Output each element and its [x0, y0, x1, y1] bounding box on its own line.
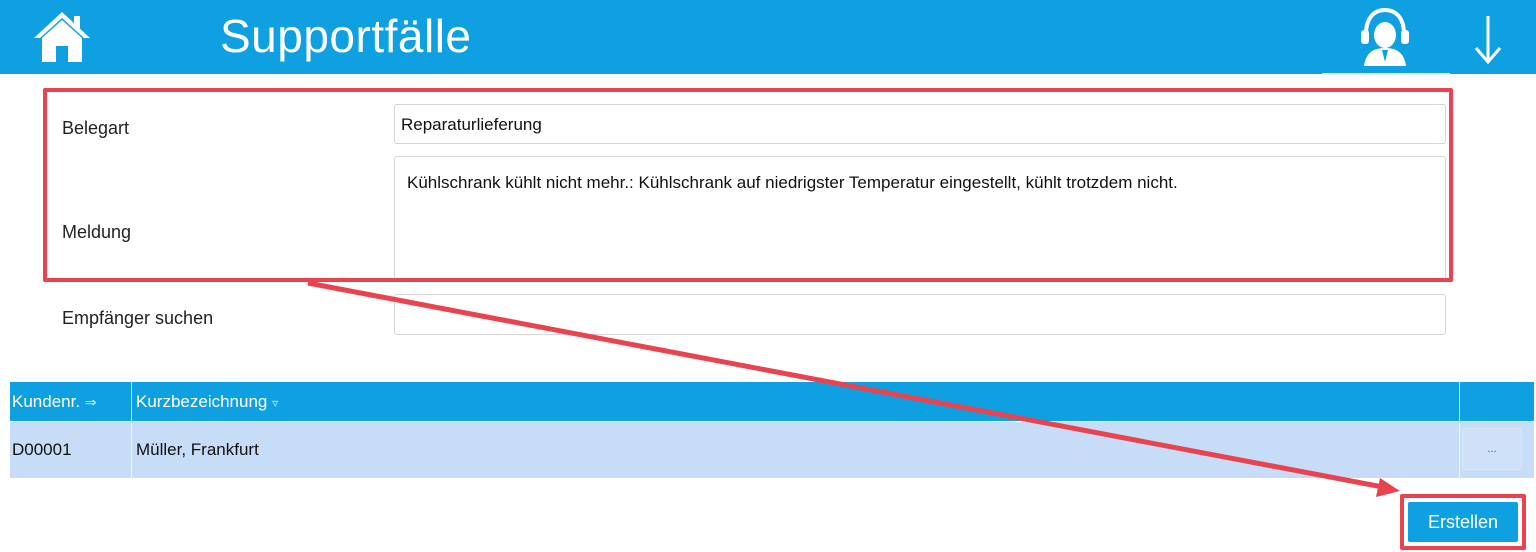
column-header-kundennr[interactable]: Kundenr. ⇒	[12, 382, 97, 421]
column-divider	[1459, 382, 1460, 421]
create-button-highlight: Erstellen	[1400, 494, 1526, 550]
belegart-field[interactable]: Reparaturlieferung	[394, 104, 1446, 144]
app-header: Supportfälle	[0, 0, 1536, 74]
sort-icon[interactable]: ⇒	[85, 394, 97, 410]
column-divider	[131, 422, 132, 478]
meldung-label: Meldung	[62, 222, 132, 242]
belegart-label: Belegart	[62, 118, 130, 138]
home-icon[interactable]	[30, 8, 94, 66]
table-header: Kundenr. ⇒ Kurzbezeichnung ▿	[10, 382, 1534, 421]
empfaenger-label: Empfänger suchen	[62, 308, 214, 328]
create-button[interactable]: Erstellen	[1408, 502, 1518, 542]
empfaenger-search-input[interactable]	[394, 294, 1446, 335]
column-header-label: Kurzbezeichnung	[136, 392, 268, 411]
table-row[interactable]: D00001 Müller, Frankfurt ...	[10, 422, 1534, 478]
support-agent-icon[interactable]	[1356, 6, 1414, 68]
page-title: Supportfälle	[220, 10, 472, 62]
cell-kundennr: D00001	[12, 440, 72, 459]
header-tab-indicator	[1322, 73, 1450, 75]
row-more-button[interactable]: ...	[1462, 428, 1522, 470]
cell-kurzbezeichnung: Müller, Frankfurt	[136, 440, 259, 459]
column-divider	[131, 382, 132, 421]
meldung-textarea[interactable]: Kühlschrank kühlt nicht mehr.: Kühlschra…	[394, 156, 1446, 280]
column-divider	[1459, 422, 1460, 478]
filter-icon[interactable]: ▿	[272, 396, 278, 410]
column-header-label: Kundenr.	[12, 392, 81, 411]
column-header-kurzbezeichnung[interactable]: Kurzbezeichnung ▿	[136, 382, 278, 421]
arrow-down-icon[interactable]	[1470, 12, 1506, 66]
